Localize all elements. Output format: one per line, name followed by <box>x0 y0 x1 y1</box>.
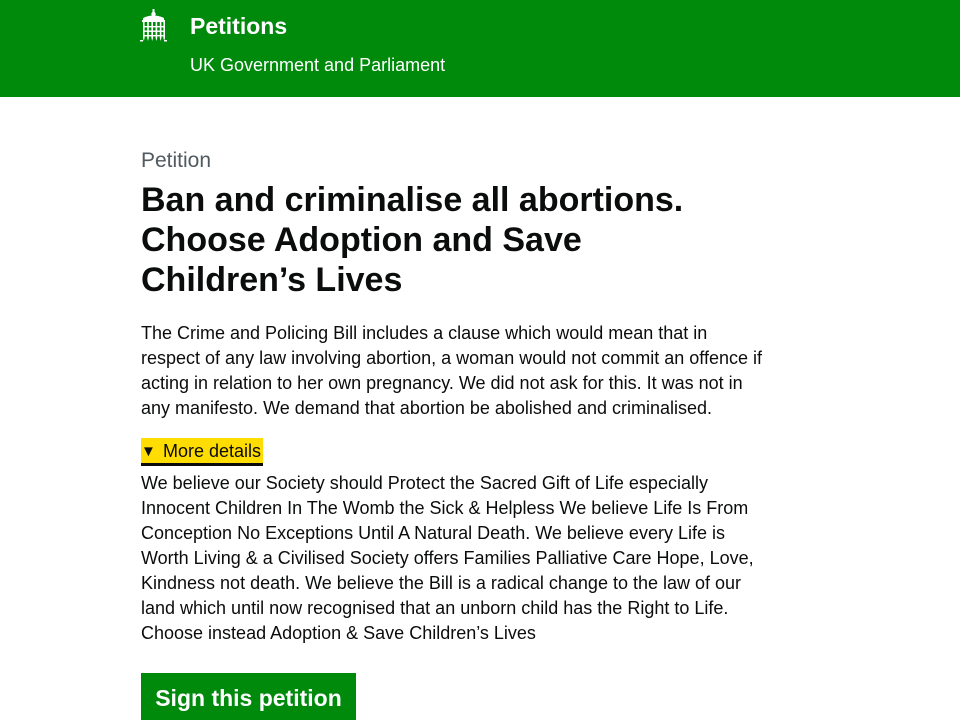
petition-action-text: The Crime and Policing Bill includes a c… <box>141 323 762 418</box>
petition-content: Petition Ban and criminalise all abortio… <box>141 147 781 646</box>
petition-caption: Petition <box>141 149 212 172</box>
site-header: Petitions UK Government and Parliament <box>0 0 960 97</box>
portcullis-icon[interactable] <box>140 9 167 42</box>
more-details-toggle[interactable]: ▼ More details <box>141 438 264 463</box>
petition-title-line: Ban and criminalise all abortions. <box>141 181 684 219</box>
site-subtitle: UK Government and Parliament <box>190 55 446 75</box>
petition-title: Ban and criminalise all abortions. Choos… <box>141 180 781 300</box>
sign-petition-button[interactable]: Sign this petition <box>141 673 356 720</box>
petition-title-line: Children’s Lives <box>141 261 403 299</box>
triangle-down-icon: ▼ <box>141 443 156 460</box>
petition-title-line: Choose Adoption and Save <box>141 221 582 259</box>
site-title-link[interactable]: Petitions <box>190 12 287 40</box>
more-details-label: More details <box>163 441 262 461</box>
petition-details-text: We believe our Society should Protect th… <box>141 473 754 643</box>
